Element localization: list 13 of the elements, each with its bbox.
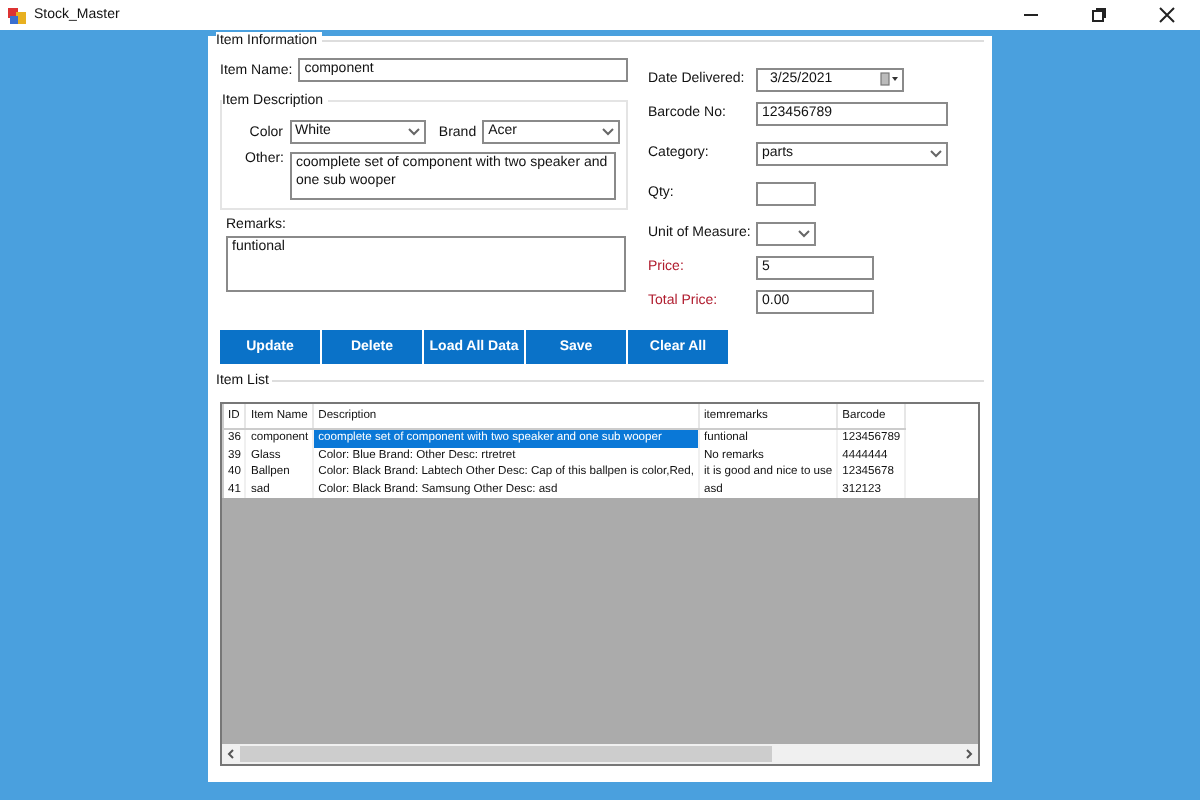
input-field[interactable] bbox=[756, 181, 816, 205]
app-icon bbox=[8, 5, 28, 25]
calendar-dropdown-icon[interactable] bbox=[880, 72, 898, 86]
dropdown[interactable] bbox=[756, 221, 816, 245]
chevron-down-icon[interactable] bbox=[798, 229, 810, 237]
restore-icon[interactable] bbox=[1090, 6, 1108, 24]
scroll-left-icon[interactable] bbox=[226, 748, 236, 760]
scroll-right-icon[interactable] bbox=[964, 748, 974, 760]
chevron-down-icon[interactable] bbox=[408, 128, 421, 136]
chevron-down-icon[interactable] bbox=[601, 128, 614, 136]
horizontal-scrollbar[interactable] bbox=[222, 744, 978, 764]
chevron-down-icon[interactable] bbox=[930, 149, 942, 157]
close-icon[interactable] bbox=[1158, 6, 1176, 24]
